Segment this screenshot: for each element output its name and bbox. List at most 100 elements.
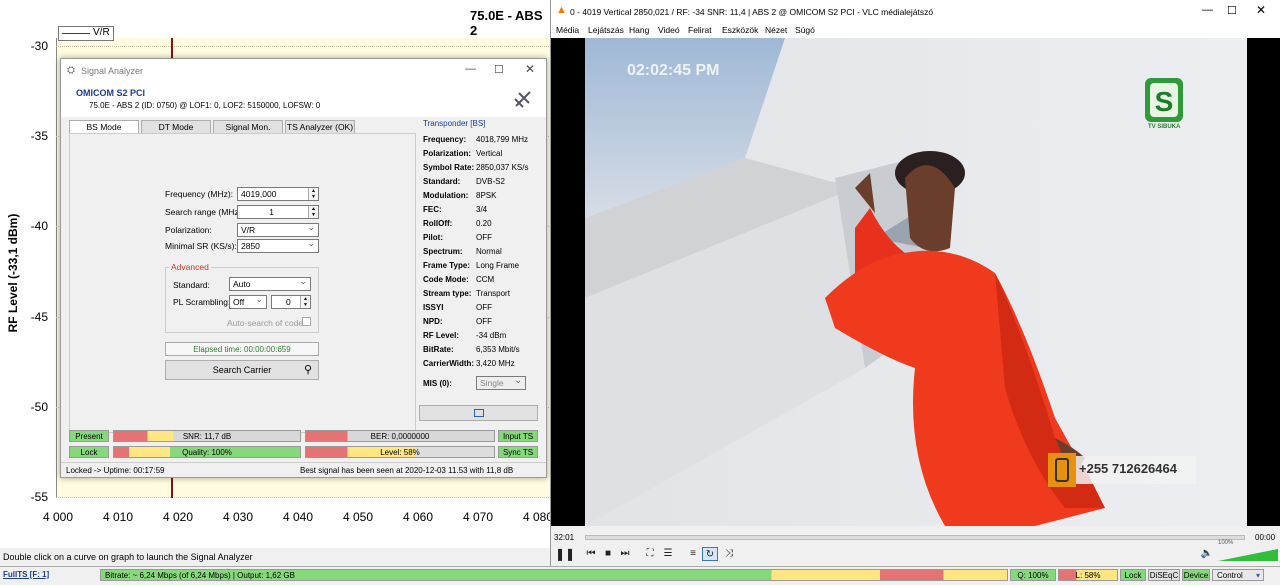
next-icon[interactable]: ⏭ bbox=[617, 547, 633, 561]
signal-analyzer-window: ⛭ Signal Analyzer — ☐ ✕ OMICOM S2 PCI 75… bbox=[60, 58, 547, 478]
playlist-icon[interactable]: ≡ bbox=[685, 547, 701, 561]
quality-text: Quality: 100% bbox=[182, 448, 232, 457]
search-carrier-button[interactable]: Search Carrier ⚲ bbox=[165, 360, 319, 380]
marker-line bbox=[171, 478, 173, 498]
transponder-value: 6,353 Mbit/s bbox=[476, 345, 520, 354]
transponder-value: 2850,037 KS/s bbox=[476, 163, 529, 172]
ber-bar: BER: 0,0000000 bbox=[305, 430, 495, 442]
bitrate-text: Bitrate: ~ 6,24 Mbps (of 6,24 Mbps) | Ou… bbox=[105, 571, 295, 580]
transponder-key: BitRate: bbox=[423, 345, 454, 354]
level-bar: Level: 58% bbox=[305, 446, 495, 458]
menu-subtitle[interactable]: Felirat bbox=[688, 25, 712, 35]
autosearch-checkbox[interactable] bbox=[302, 317, 311, 326]
minimize-icon[interactable]: — bbox=[465, 63, 476, 75]
menu-video[interactable]: Videó bbox=[658, 25, 680, 35]
mis-label: MIS (0): bbox=[423, 379, 452, 388]
spin-icon[interactable]: ▲ ▼ bbox=[308, 188, 318, 200]
vlc-titlebar[interactable]: ▲ 0 - 4019 Vertical 2850,021 / RF: -34 S… bbox=[551, 0, 1280, 22]
min-sr-label: Minimal SR (KS/s): bbox=[165, 241, 237, 251]
menu-help[interactable]: Súgó bbox=[795, 25, 815, 35]
bitrate-bar: Bitrate: ~ 6,24 Mbps (of 6,24 Mbps) | Ou… bbox=[100, 569, 1008, 581]
extended-settings-icon[interactable]: ☰ bbox=[660, 547, 676, 561]
stop-icon[interactable]: ■ bbox=[600, 547, 616, 561]
pl-scrambling-label: PL Scrambling: bbox=[173, 297, 231, 307]
menu-tools[interactable]: Eszközök bbox=[722, 25, 758, 35]
level-text: Level: 58% bbox=[380, 448, 420, 457]
spin-icon[interactable]: ▲ ▼ bbox=[300, 296, 310, 308]
menu-audio[interactable]: Hang bbox=[629, 25, 649, 35]
frequency-label: Frequency (MHz): bbox=[165, 189, 234, 199]
transponder-key: FEC: bbox=[423, 205, 442, 214]
transponder-key: Symbol Rate: bbox=[423, 163, 475, 172]
minimize-icon[interactable]: — bbox=[1202, 4, 1213, 16]
transponder-key: Spectrum: bbox=[423, 247, 463, 256]
pause-icon[interactable]: ❚❚ bbox=[555, 547, 575, 561]
transponder-key: Modulation: bbox=[423, 191, 469, 200]
transponder-value: OFF bbox=[476, 317, 492, 326]
close-icon[interactable]: ✕ bbox=[525, 62, 535, 76]
search-carrier-label: Search Carrier bbox=[212, 365, 272, 375]
spin-icon[interactable]: ▲ ▼ bbox=[308, 206, 318, 218]
transponder-key: Stream type: bbox=[423, 289, 472, 298]
y-tick-label: -35 bbox=[30, 129, 48, 143]
y-tick-label: -50 bbox=[30, 400, 48, 414]
menu-view[interactable]: Nézet bbox=[765, 25, 787, 35]
previous-icon[interactable]: ⏮ bbox=[583, 547, 599, 561]
pl-code-value: 0 bbox=[286, 297, 291, 307]
x-tick-label: 4 070 bbox=[462, 510, 494, 524]
transponder-value: 0.20 bbox=[476, 219, 492, 228]
x-tick-label: 4 060 bbox=[402, 510, 434, 524]
transponder-value: -34 dBm bbox=[476, 331, 507, 340]
polarization-select[interactable]: V/R bbox=[237, 221, 319, 237]
x-tick-label: 4 030 bbox=[222, 510, 254, 524]
seek-bar[interactable] bbox=[585, 535, 1245, 540]
search-range-label: Search range (MHz): bbox=[165, 207, 244, 217]
transponder-value: Normal bbox=[476, 247, 502, 256]
standard-select[interactable]: Auto bbox=[229, 275, 311, 291]
grid-line bbox=[56, 497, 551, 498]
maximize-icon[interactable]: ☐ bbox=[494, 63, 504, 76]
fullscreen-icon[interactable]: ⛶ bbox=[642, 547, 658, 561]
transponder-key: RF Level: bbox=[423, 331, 460, 340]
dialog-titlebar[interactable]: ⛭ Signal Analyzer — ☐ ✕ bbox=[61, 59, 546, 83]
transponder-value: 3,420 MHz bbox=[476, 359, 515, 368]
maximize-icon[interactable]: ☐ bbox=[1227, 4, 1237, 17]
shuffle-icon[interactable]: ⤨ bbox=[721, 547, 737, 561]
volume-slider[interactable] bbox=[1218, 549, 1278, 561]
x-tick-label: 4 080 bbox=[522, 510, 551, 524]
transponder-value: OFF bbox=[476, 233, 492, 242]
transponder-key: Pilot: bbox=[423, 233, 443, 242]
expand-button[interactable] bbox=[419, 405, 538, 421]
dialog-title: Signal Analyzer bbox=[81, 66, 144, 76]
transponder-value: Vertical bbox=[476, 149, 503, 158]
mis-select[interactable]: Single bbox=[476, 374, 526, 390]
pl-scrambling-select[interactable]: Off bbox=[229, 293, 267, 309]
transponder-value: 8PSK bbox=[476, 191, 497, 200]
graph-title: 75.0E - ABS 2 bbox=[470, 8, 543, 38]
transponder-key: Polarization: bbox=[423, 149, 472, 158]
search-range-input[interactable]: 1 ▲ ▼ bbox=[237, 205, 319, 219]
transponder-value: Long Frame bbox=[476, 261, 520, 270]
best-signal-text: Best signal has been seen at 2020-12-03 … bbox=[300, 466, 514, 475]
volume-icon[interactable]: 🔈 bbox=[1199, 547, 1215, 561]
device-subtitle: 75.0E - ABS 2 (ID: 0750) @ LOF1: 0, LOF2… bbox=[89, 101, 321, 110]
elapsed-time: Elapsed time: 00:00:00:659 bbox=[165, 342, 319, 356]
fullts-link[interactable]: FullTS [F: 1] bbox=[3, 570, 49, 579]
loop-icon[interactable]: ↻ bbox=[702, 547, 718, 561]
polarization-label: Polarization: bbox=[165, 225, 212, 235]
uptime-text: Locked -> Uptime: 00:17:59 bbox=[66, 466, 165, 475]
vlc-window: ▲ 0 - 4019 Vertical 2850,021 / RF: -34 S… bbox=[550, 0, 1280, 566]
menu-media[interactable]: Média bbox=[556, 25, 579, 35]
menu-playback[interactable]: Lejátszás bbox=[588, 25, 624, 35]
vlc-cone-icon: ▲ bbox=[556, 4, 567, 16]
min-sr-select[interactable]: 2850 bbox=[237, 237, 319, 253]
satellite-icon bbox=[514, 91, 531, 108]
close-icon[interactable]: ✕ bbox=[1256, 3, 1266, 17]
transponder-key: Frame Type: bbox=[423, 261, 470, 270]
magnifier-icon: ⚲ bbox=[303, 364, 312, 376]
frequency-input[interactable]: 4019,000 ▲ ▼ bbox=[237, 187, 319, 201]
control-dropdown[interactable]: Control ▾ bbox=[1212, 569, 1264, 581]
pl-code-input[interactable]: 0 ▲ ▼ bbox=[271, 295, 311, 309]
video-frame[interactable]: S 02:02:45 PM TV SIBUKA +255 712626464 bbox=[585, 38, 1247, 526]
x-tick-label: 4 050 bbox=[342, 510, 374, 524]
